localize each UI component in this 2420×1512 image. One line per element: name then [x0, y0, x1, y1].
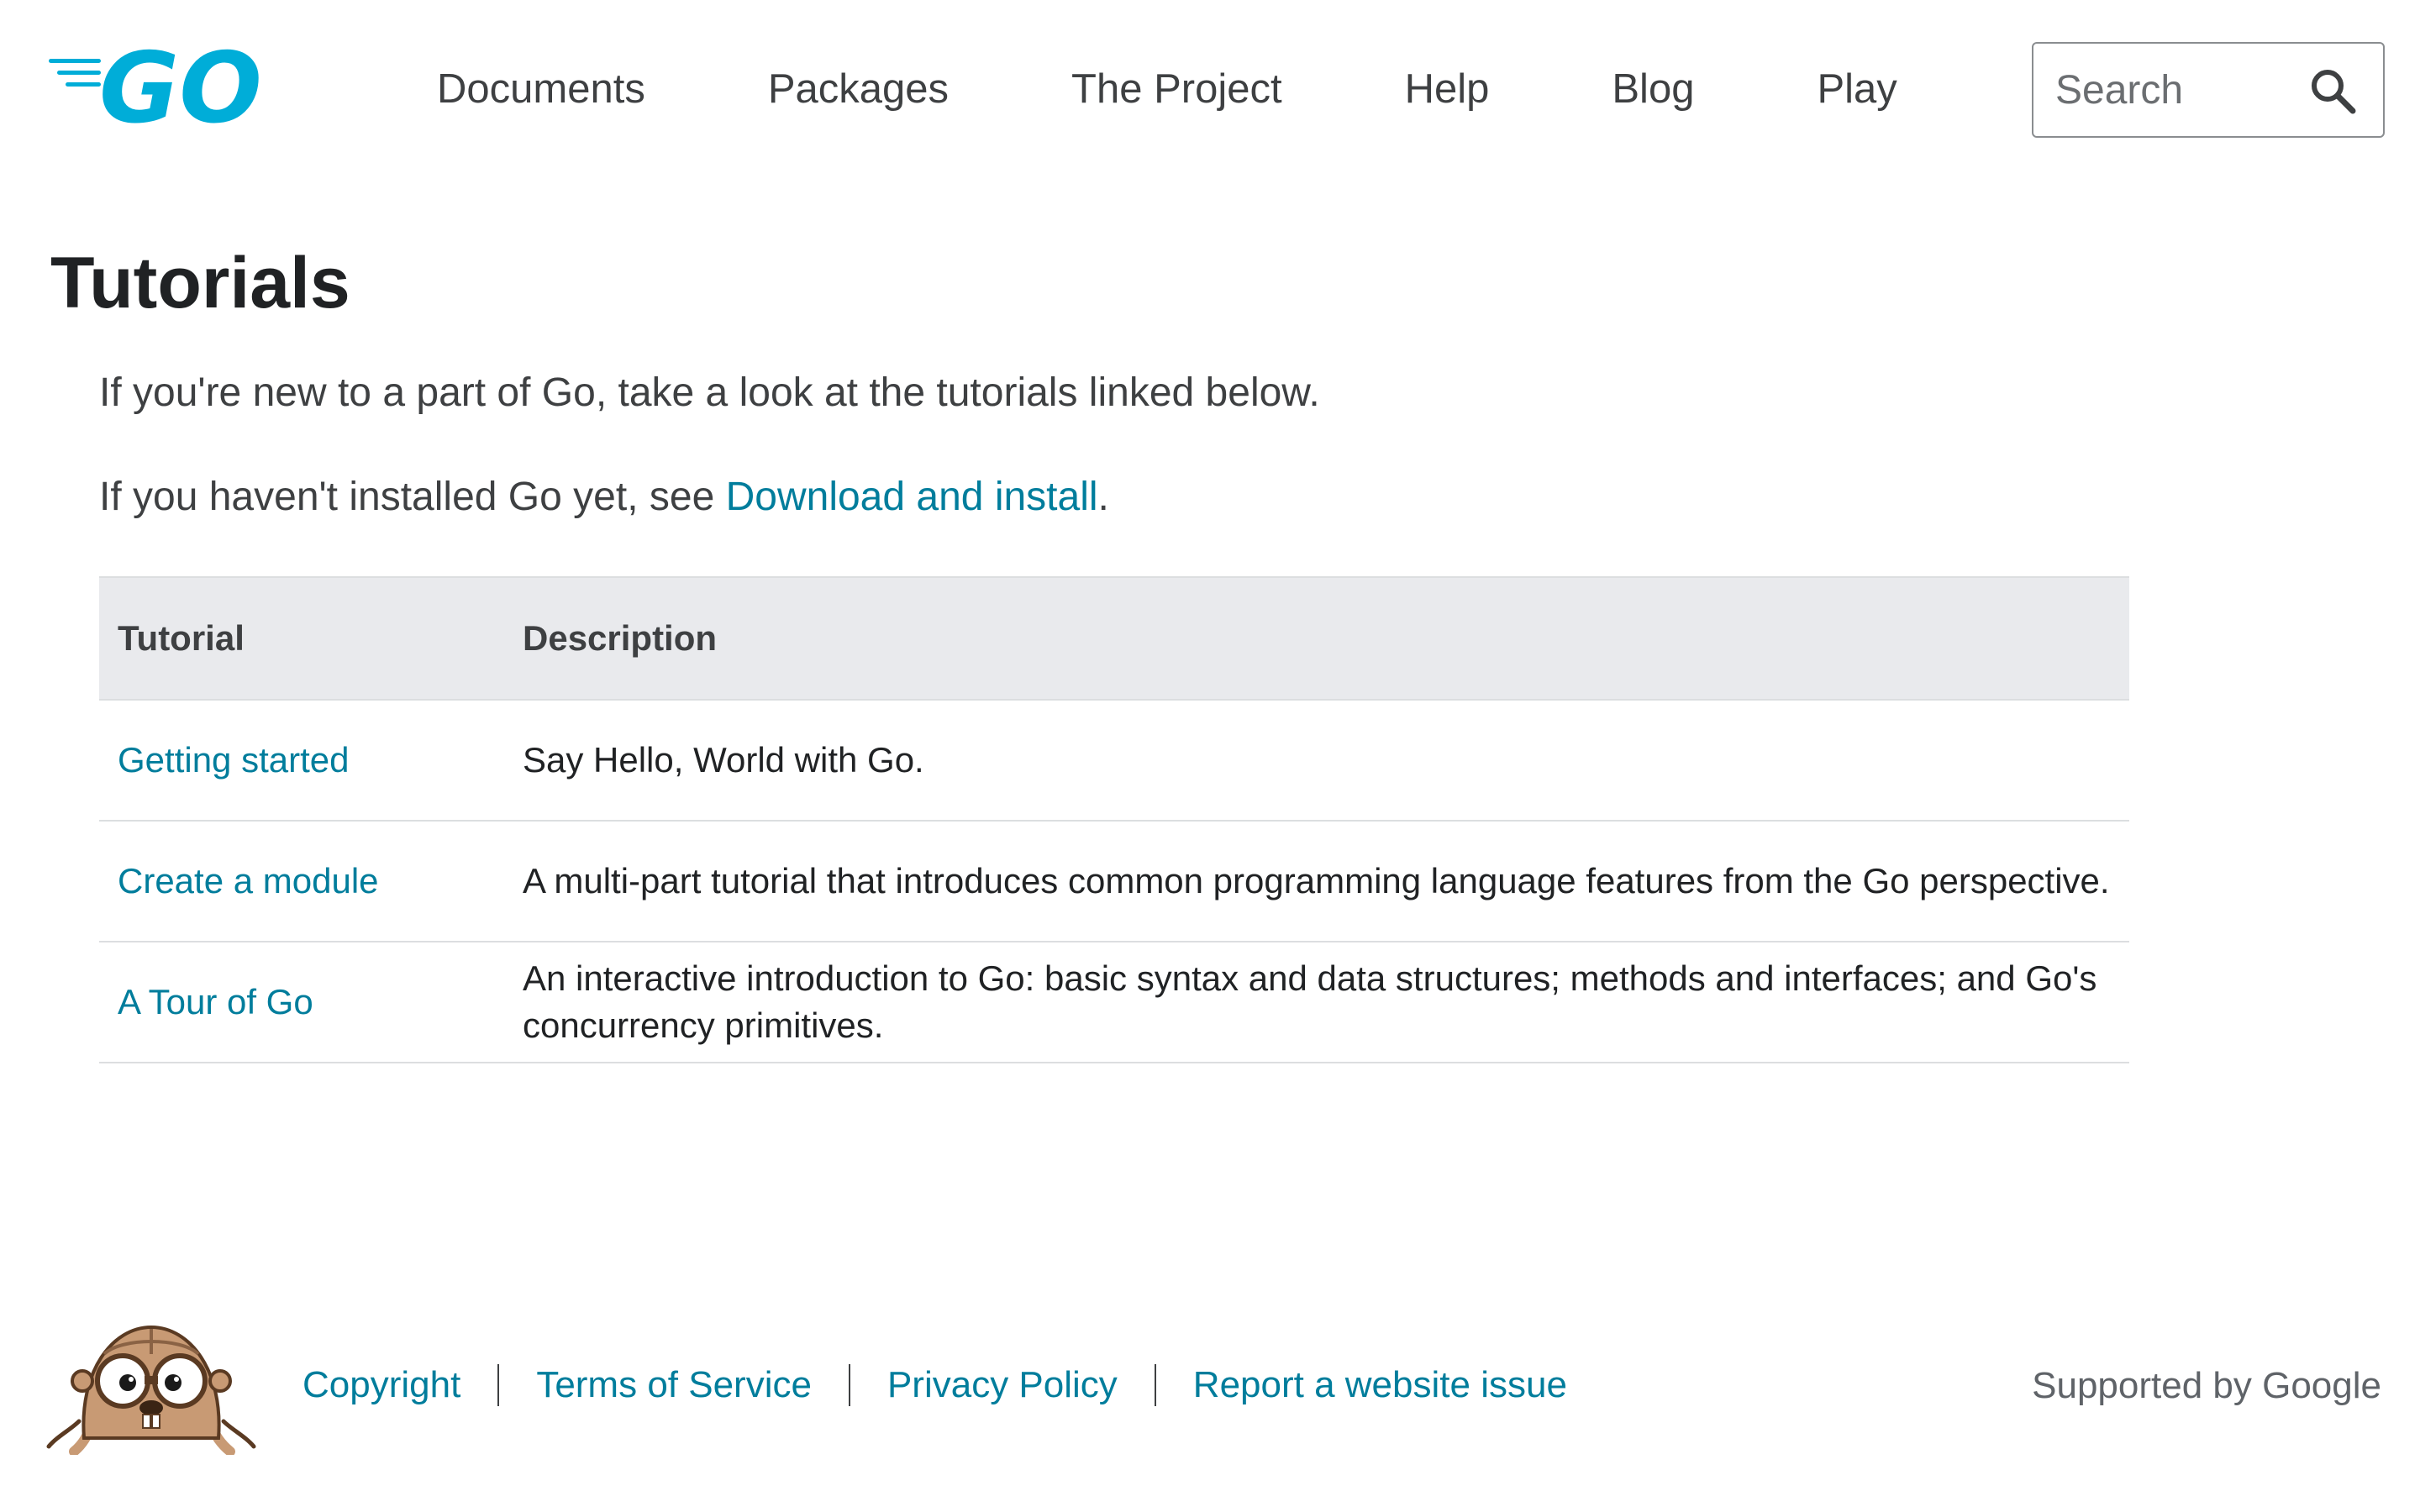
column-header-tutorial: Tutorial: [99, 576, 504, 701]
download-install-link[interactable]: Download and install: [726, 475, 1098, 519]
footer-link-privacy[interactable]: Privacy Policy: [887, 1364, 1118, 1406]
table-row: Getting started Say Hello, World with Go…: [99, 700, 2129, 822]
table-row: Create a module A multi-part tutorial th…: [99, 821, 2129, 942]
go-logo[interactable]: GO: [49, 40, 259, 129]
install-text: If you haven't installed Go yet, see Dow…: [99, 467, 2116, 528]
gopher-mascot-icon: [46, 1325, 256, 1455]
tutorial-link-tour-of-go[interactable]: A Tour of Go: [99, 942, 504, 1063]
intro-text: If you're new to a part of Go, take a lo…: [99, 370, 1320, 415]
search-box: [2032, 42, 2385, 138]
site-header: GO Documents Packages The Project Help B…: [0, 0, 2420, 176]
page-title: Tutorials: [50, 243, 350, 323]
install-suffix: .: [1097, 475, 1109, 519]
footer-separator: [1154, 1364, 1156, 1406]
table-row: A Tour of Go An interactive introduction…: [99, 942, 2129, 1063]
nav-the-project[interactable]: The Project: [1071, 55, 1282, 123]
nav-documents[interactable]: Documents: [437, 55, 645, 123]
search-input[interactable]: [2054, 55, 2309, 124]
tutorial-link-getting-started[interactable]: Getting started: [99, 700, 504, 822]
page: GO Documents Packages The Project Help B…: [0, 0, 2420, 1512]
tutorial-link-create-module[interactable]: Create a module: [99, 821, 504, 942]
logo-text: GO: [99, 40, 259, 129]
footer-link-terms[interactable]: Terms of Service: [536, 1364, 812, 1406]
tutorial-description: Say Hello, World with Go.: [504, 700, 2129, 822]
footer-separator: [848, 1364, 850, 1406]
main-nav: Documents Packages The Project Help Blog…: [437, 55, 1897, 123]
nav-play[interactable]: Play: [1817, 55, 1897, 123]
tutorial-description: A multi-part tutorial that introduces co…: [504, 821, 2129, 942]
nav-blog[interactable]: Blog: [1612, 55, 1694, 123]
footer-link-copyright[interactable]: Copyright: [302, 1364, 460, 1406]
tutorial-description: An interactive introduction to Go: basic…: [504, 942, 2129, 1063]
tutorials-table: Tutorial Description Getting started Say…: [99, 576, 2129, 1063]
footer-separator: [497, 1364, 500, 1406]
search-icon[interactable]: [2307, 66, 2358, 116]
footer-link-report-issue[interactable]: Report a website issue: [1193, 1364, 1567, 1406]
column-header-description: Description: [504, 576, 2129, 701]
nav-packages[interactable]: Packages: [768, 55, 949, 123]
nav-help[interactable]: Help: [1405, 55, 1490, 123]
install-prefix: If you haven't installed Go yet, see: [99, 475, 726, 519]
supported-by-google[interactable]: Supported by Google: [2032, 1361, 2381, 1411]
footer-links: Copyright Terms of Service Privacy Polic…: [302, 1356, 1567, 1415]
